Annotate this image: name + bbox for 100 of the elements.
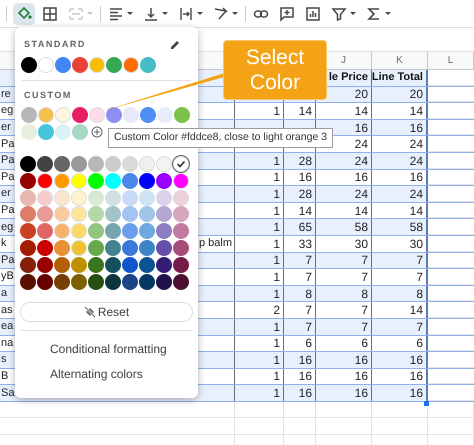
menu-item[interactable]: Alternating colors xyxy=(15,362,198,387)
color-swatch[interactable] xyxy=(20,274,36,290)
color-swatch[interactable] xyxy=(20,223,36,240)
color-swatch[interactable] xyxy=(38,124,54,140)
color-swatch[interactable] xyxy=(156,156,172,172)
color-swatch[interactable] xyxy=(37,190,53,206)
color-swatch[interactable] xyxy=(140,57,156,73)
color-swatch[interactable] xyxy=(156,172,172,189)
color-swatch[interactable] xyxy=(106,57,122,73)
color-swatch[interactable] xyxy=(38,57,54,73)
color-swatch[interactable] xyxy=(122,172,138,189)
color-swatch[interactable] xyxy=(139,156,155,172)
color-swatch[interactable] xyxy=(173,172,189,189)
color-swatch[interactable] xyxy=(88,256,104,273)
color-swatch[interactable] xyxy=(20,256,36,273)
color-swatch[interactable] xyxy=(71,223,87,240)
color-swatch[interactable] xyxy=(71,156,87,172)
color-swatch[interactable] xyxy=(37,240,53,256)
color-swatch[interactable] xyxy=(20,206,36,222)
color-swatch[interactable] xyxy=(105,274,121,290)
color-swatch[interactable] xyxy=(122,190,138,206)
color-swatch[interactable] xyxy=(139,206,155,222)
color-swatch[interactable] xyxy=(89,57,105,73)
color-swatch[interactable] xyxy=(122,206,138,222)
color-swatch[interactable] xyxy=(54,223,70,240)
color-swatch[interactable] xyxy=(105,223,121,240)
reset-button[interactable]: Reset xyxy=(20,302,193,322)
color-swatch[interactable] xyxy=(54,206,70,222)
color-swatch[interactable] xyxy=(139,190,155,206)
color-swatch[interactable] xyxy=(123,57,139,73)
color-swatch[interactable] xyxy=(72,107,88,123)
color-swatch[interactable] xyxy=(106,107,122,123)
color-swatch[interactable] xyxy=(105,156,121,172)
color-swatch[interactable] xyxy=(173,274,189,290)
color-swatch[interactable] xyxy=(173,156,189,172)
color-swatch[interactable] xyxy=(55,107,71,123)
color-swatch[interactable] xyxy=(20,156,36,172)
color-swatch[interactable] xyxy=(122,256,138,273)
color-swatch[interactable] xyxy=(71,240,87,256)
color-swatch[interactable] xyxy=(105,240,121,256)
color-swatch[interactable] xyxy=(88,223,104,240)
color-swatch[interactable] xyxy=(72,57,88,73)
color-swatch[interactable] xyxy=(122,240,138,256)
color-swatch[interactable] xyxy=(71,190,87,206)
color-swatch[interactable] xyxy=(140,107,156,123)
color-swatch[interactable] xyxy=(55,124,71,140)
color-swatch[interactable] xyxy=(88,240,104,256)
color-swatch[interactable] xyxy=(88,274,104,290)
color-swatch[interactable] xyxy=(156,223,172,240)
color-swatch[interactable] xyxy=(37,223,53,240)
color-swatch[interactable] xyxy=(72,124,88,140)
color-swatch[interactable] xyxy=(37,274,53,290)
color-swatch[interactable] xyxy=(71,206,87,222)
color-swatch[interactable] xyxy=(105,256,121,273)
color-swatch[interactable] xyxy=(173,223,189,240)
color-swatch[interactable] xyxy=(139,274,155,290)
color-swatch[interactable] xyxy=(139,223,155,240)
color-swatch[interactable] xyxy=(54,156,70,172)
color-swatch[interactable] xyxy=(105,172,121,189)
color-swatch[interactable] xyxy=(139,240,155,256)
color-swatch[interactable] xyxy=(54,190,70,206)
color-swatch[interactable] xyxy=(54,240,70,256)
color-swatch[interactable] xyxy=(20,172,36,189)
color-swatch[interactable] xyxy=(105,206,121,222)
color-swatch[interactable] xyxy=(37,156,53,172)
color-swatch[interactable] xyxy=(122,223,138,240)
color-swatch[interactable] xyxy=(20,240,36,256)
color-swatch[interactable] xyxy=(88,156,104,172)
color-swatch[interactable] xyxy=(37,206,53,222)
color-swatch[interactable] xyxy=(173,190,189,206)
color-swatch[interactable] xyxy=(88,190,104,206)
color-swatch[interactable] xyxy=(123,107,139,123)
color-swatch[interactable] xyxy=(156,274,172,290)
color-swatch[interactable] xyxy=(139,172,155,189)
color-swatch[interactable] xyxy=(173,206,189,222)
color-swatch[interactable] xyxy=(173,240,189,256)
color-swatch[interactable] xyxy=(54,274,70,290)
color-swatch[interactable] xyxy=(71,274,87,290)
color-swatch[interactable] xyxy=(37,256,53,273)
color-swatch[interactable] xyxy=(122,274,138,290)
color-swatch[interactable] xyxy=(88,206,104,222)
fill-handle[interactable] xyxy=(424,401,429,406)
color-swatch[interactable] xyxy=(156,206,172,222)
color-swatch[interactable] xyxy=(54,256,70,273)
column-header[interactable]: L xyxy=(428,52,474,69)
color-swatch[interactable] xyxy=(21,107,37,123)
column-header[interactable]: K xyxy=(372,52,428,69)
color-swatch[interactable] xyxy=(71,256,87,273)
color-swatch[interactable] xyxy=(21,124,37,140)
color-swatch[interactable] xyxy=(71,172,87,189)
color-swatch[interactable] xyxy=(37,172,53,189)
menu-item[interactable]: Conditional formatting xyxy=(15,336,198,362)
color-swatch[interactable] xyxy=(105,190,121,206)
color-swatch[interactable] xyxy=(55,57,71,73)
color-swatch[interactable] xyxy=(89,107,105,123)
color-swatch[interactable] xyxy=(139,256,155,273)
color-swatch[interactable] xyxy=(20,190,36,206)
color-swatch[interactable] xyxy=(174,107,190,123)
color-swatch[interactable] xyxy=(156,190,172,206)
color-swatch[interactable] xyxy=(88,172,104,189)
